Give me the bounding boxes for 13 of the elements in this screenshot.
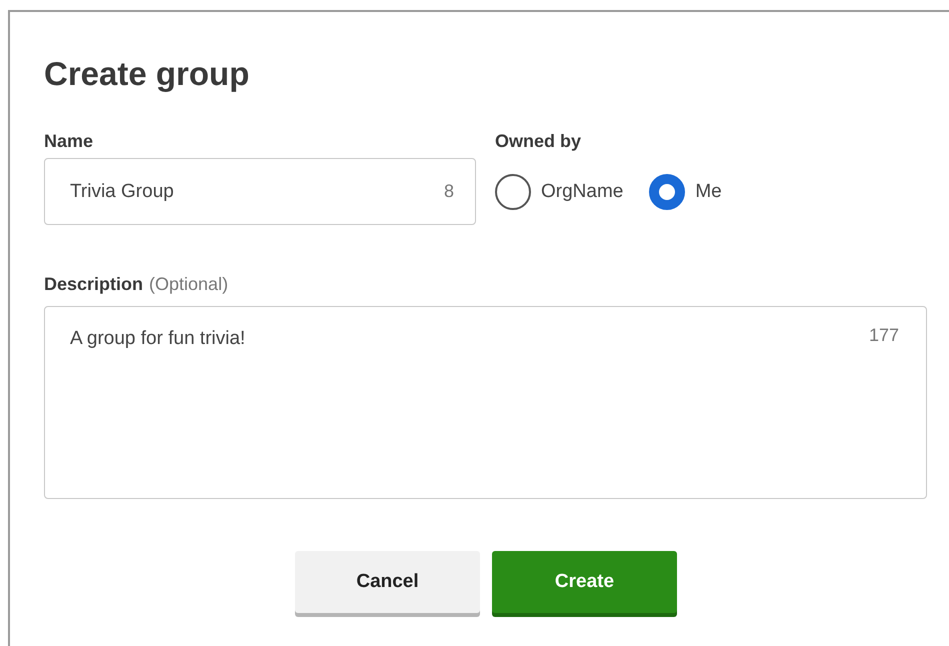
radio-button[interactable] [649,174,686,210]
radio-label[interactable]: Me [695,178,722,206]
character-count: 177 [869,324,900,348]
field-label: Name [44,132,94,150]
field-label: Owned by [495,132,582,150]
dialog-title: Create group [44,56,250,92]
field-label: Description [44,275,144,294]
create-button[interactable]: Create [492,551,677,614]
character-count: 8 [444,180,454,204]
radio-button[interactable] [495,174,531,210]
optional-hint: (Optional) [149,273,228,296]
cancel-button[interactable]: Cancel [295,551,480,614]
radio-label[interactable]: OrgName [541,178,624,206]
